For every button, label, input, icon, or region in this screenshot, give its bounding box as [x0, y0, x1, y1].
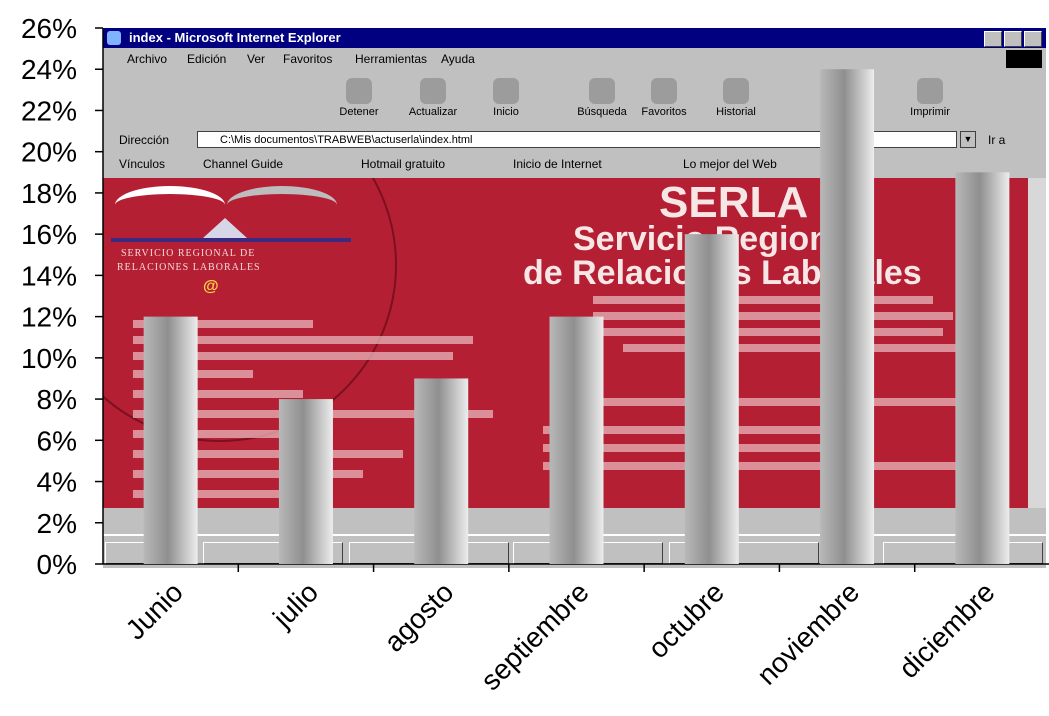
- y-tick-label: 2%: [37, 508, 77, 539]
- y-tick-label: 6%: [37, 425, 77, 456]
- x-tick-label: diciembre: [893, 576, 1001, 684]
- y-tick-label: 4%: [37, 467, 77, 498]
- bar: [549, 316, 604, 564]
- bar: [414, 378, 469, 564]
- bar: [278, 399, 333, 564]
- y-tick-label: 20%: [21, 137, 77, 168]
- y-tick-label: 22%: [21, 95, 77, 126]
- y-tick-label: 14%: [21, 260, 77, 291]
- y-tick-label: 12%: [21, 302, 77, 333]
- bar: [143, 316, 198, 564]
- bar: [684, 234, 739, 564]
- x-labels: Junio julio agosto septiembre octubre noviemb…: [120, 576, 1001, 696]
- y-tick-label: 26%: [21, 13, 77, 44]
- x-tick-label: noviembre: [751, 576, 865, 690]
- y-tick-label: 0%: [37, 549, 77, 580]
- bar: [820, 69, 875, 564]
- x-tick-label: septiembre: [475, 576, 595, 696]
- bar-chart: 0% 2% 4% 6% 8% 10% 12% 14% 16% 18% 20% 22% 24% 26% Ju…: [21, 13, 1049, 696]
- x-tick-label: Junio: [120, 576, 189, 645]
- x-tick-label: agosto: [378, 576, 459, 657]
- y-tick-label: 18%: [21, 178, 77, 209]
- bars: [143, 69, 1010, 565]
- y-axis: 0% 2% 4% 6% 8% 10% 12% 14% 16% 18% 20% 22% 24% 26%: [21, 13, 104, 580]
- y-tick-label: 16%: [21, 219, 77, 250]
- y-tick-label: 24%: [21, 54, 77, 85]
- y-tick-label: 10%: [21, 343, 77, 374]
- x-axis: [103, 563, 1049, 572]
- bar: [955, 172, 1010, 565]
- x-tick-label: octubre: [642, 576, 730, 664]
- x-tick-label: julio: [266, 576, 324, 634]
- y-tick-label: 8%: [37, 384, 77, 415]
